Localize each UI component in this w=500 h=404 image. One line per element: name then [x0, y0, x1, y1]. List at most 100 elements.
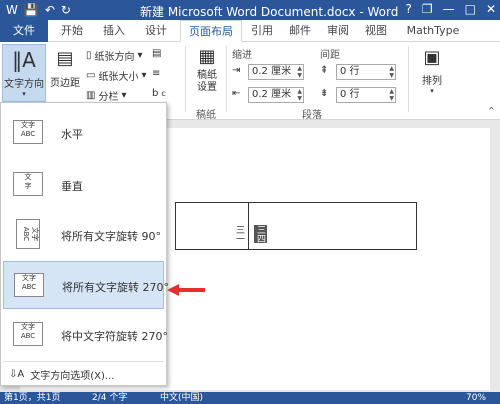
- tab-mailings[interactable]: 邮件: [284, 20, 316, 42]
- text-direction-label: 文字方向: [4, 79, 44, 90]
- ribbon-display-button[interactable]: ❐: [422, 2, 433, 16]
- orientation-icon: ▯: [86, 50, 92, 61]
- word-icon: W: [6, 3, 18, 17]
- text-direction-menu: 文字 ABC 水平 文 字 垂直 文字 ABC 将所有文字旋转 90° 文字 A…: [0, 102, 169, 386]
- margins-button[interactable]: ▤ 页边距: [48, 44, 82, 102]
- tab-page-layout[interactable]: 页面布局: [180, 20, 242, 42]
- manuscript-label: 稿纸 设置: [197, 70, 217, 93]
- indent-left-value: 0.2 厘米: [252, 66, 292, 77]
- table-cell-divider: [248, 203, 249, 249]
- manuscript-group-label: 稿纸: [196, 110, 216, 121]
- columns-label: 分栏: [98, 92, 119, 103]
- group-separator: [185, 46, 186, 112]
- margins-label: 页边距: [50, 78, 80, 89]
- help-button[interactable]: ?: [405, 2, 411, 16]
- option-vertical[interactable]: 文 字 垂直: [3, 161, 164, 209]
- text-direction-options-label: 文字方向选项(X)...: [30, 371, 115, 382]
- manuscript-settings-button[interactable]: ▦ 稿纸 设置: [190, 44, 224, 102]
- option-rotate-270[interactable]: 文字 ABC 将所有文字旋转 270°: [3, 261, 169, 309]
- size-icon: ▭: [86, 70, 96, 81]
- indent-right-value: 0.2 厘米: [252, 89, 292, 100]
- paragraph-group-label: 段落: [302, 110, 322, 121]
- spacing-after-icon: ⇟: [320, 88, 329, 99]
- close-button[interactable]: ✕: [486, 2, 496, 16]
- option-label: 垂直: [61, 180, 83, 193]
- indent-left-icon: ⇥: [232, 65, 241, 76]
- option-label: 将所有文字旋转 270°: [62, 281, 169, 294]
- line-numbers-icon[interactable]: ≡: [152, 68, 160, 79]
- text-direction-button[interactable]: ‖A 文字方向 ▾: [2, 44, 46, 102]
- orientation-button[interactable]: ▯ 纸张方向 ▾: [86, 48, 143, 63]
- size-button[interactable]: ▭ 纸张大小 ▾: [86, 68, 146, 83]
- tab-insert[interactable]: 插入: [96, 20, 132, 42]
- margins-icon: ▤: [56, 48, 74, 69]
- orientation-label: 纸张方向: [94, 52, 135, 63]
- menu-separator: [3, 361, 164, 362]
- collapse-ribbon-icon[interactable]: ^: [488, 106, 495, 115]
- rotate-chinese-270-icon: 文字 ABC: [13, 322, 43, 346]
- window-controls: ? ❐ — □ ✕: [405, 2, 496, 16]
- spinner-icon[interactable]: ▲ ▼: [389, 88, 394, 102]
- chevron-down-icon: ▾: [141, 70, 147, 81]
- option-horizontal[interactable]: 文字 ABC 水平: [3, 109, 164, 157]
- maximize-button[interactable]: □: [465, 2, 476, 16]
- option-rotate-chinese-270[interactable]: 文字 ABC 将中文字符旋转 270°: [3, 311, 168, 359]
- hyphenation-icon[interactable]: bc: [152, 88, 166, 99]
- undo-icon[interactable]: ↶: [45, 2, 55, 18]
- cell-text-selected[interactable]: 三四: [254, 225, 267, 243]
- indent-right-icon: ⇤: [232, 88, 241, 99]
- tab-references[interactable]: 引用: [246, 20, 278, 42]
- zoom-level[interactable]: 70%: [466, 392, 486, 404]
- chevron-down-icon: ▾: [430, 87, 434, 95]
- spacing-before-icon: ⇞: [320, 65, 329, 76]
- option-rotate-90[interactable]: 文字 ABC 将所有文字旋转 90°: [3, 211, 164, 259]
- chevron-down-icon: ▾: [137, 50, 143, 61]
- arrow-icon: [167, 284, 205, 296]
- rotate-90-icon: 文字 ABC: [16, 219, 40, 249]
- cell-text[interactable]: 三一: [233, 225, 246, 243]
- indent-left-field[interactable]: 0.2 厘米 ▲ ▼: [248, 64, 304, 80]
- spinner-icon[interactable]: ▲ ▼: [297, 65, 302, 79]
- arrange-button[interactable]: ▣ 排列 ▾: [414, 44, 450, 102]
- minimize-button[interactable]: —: [443, 2, 455, 16]
- spacing-after-field[interactable]: 0 行 ▲ ▼: [336, 87, 396, 103]
- option-label: 将中文字符旋转 270°: [61, 330, 168, 343]
- size-label: 纸张大小: [98, 72, 139, 83]
- spacing-before-value: 0 行: [340, 66, 360, 77]
- spinner-icon[interactable]: ▲ ▼: [297, 88, 302, 102]
- title-bar: W 💾 ↶ ↻ 新建 Microsoft Word Document.docx …: [0, 0, 500, 20]
- columns-button[interactable]: ▥ 分栏 ▾: [86, 88, 126, 103]
- table[interactable]: 三一 三四: [175, 202, 417, 250]
- spinner-icon[interactable]: ▲ ▼: [389, 65, 394, 79]
- group-separator: [408, 46, 409, 112]
- tab-design[interactable]: 设计: [138, 20, 174, 42]
- arrange-icon: ▣: [423, 47, 441, 68]
- language-indicator[interactable]: 中文(中国): [160, 392, 203, 404]
- quick-access-toolbar: W 💾 ↶ ↻: [6, 2, 71, 18]
- arrange-label: 排列: [422, 76, 442, 87]
- spacing-before-field[interactable]: 0 行 ▲ ▼: [336, 64, 396, 80]
- text-direction-options-icon: ⇩A: [9, 369, 25, 380]
- text-direction-icon: ‖A: [12, 48, 36, 72]
- option-label: 将所有文字旋转 90°: [61, 230, 161, 243]
- status-bar: 第1页，共1页 2/4 个字 中文(中国) 70%: [0, 392, 500, 404]
- tab-mathtype[interactable]: MathType: [400, 20, 466, 42]
- redo-icon[interactable]: ↻: [61, 2, 71, 18]
- chevron-down-icon: ▾: [121, 90, 127, 101]
- ribbon-tabs: 文件 开始 插入 设计 页面布局 引用 邮件 审阅 视图 MathType: [0, 20, 500, 42]
- word-count[interactable]: 2/4 个字: [92, 392, 127, 404]
- save-icon[interactable]: 💾: [24, 2, 39, 18]
- group-separator: [226, 46, 227, 112]
- vertical-text-icon: 文 字: [13, 172, 43, 196]
- tab-home[interactable]: 开始: [54, 20, 90, 42]
- tab-view[interactable]: 视图: [360, 20, 392, 42]
- breaks-icon[interactable]: ▤: [152, 48, 161, 59]
- rotate-270-icon: 文字 ABC: [14, 273, 44, 297]
- indent-right-field[interactable]: 0.2 厘米 ▲ ▼: [248, 87, 304, 103]
- text-direction-options[interactable]: ⇩A 文字方向选项(X)...: [9, 367, 114, 382]
- tab-file[interactable]: 文件: [0, 20, 48, 42]
- tab-review[interactable]: 审阅: [322, 20, 354, 42]
- chevron-down-icon: ▾: [22, 90, 26, 98]
- option-label: 水平: [61, 128, 83, 141]
- page-indicator[interactable]: 第1页，共1页: [4, 392, 60, 404]
